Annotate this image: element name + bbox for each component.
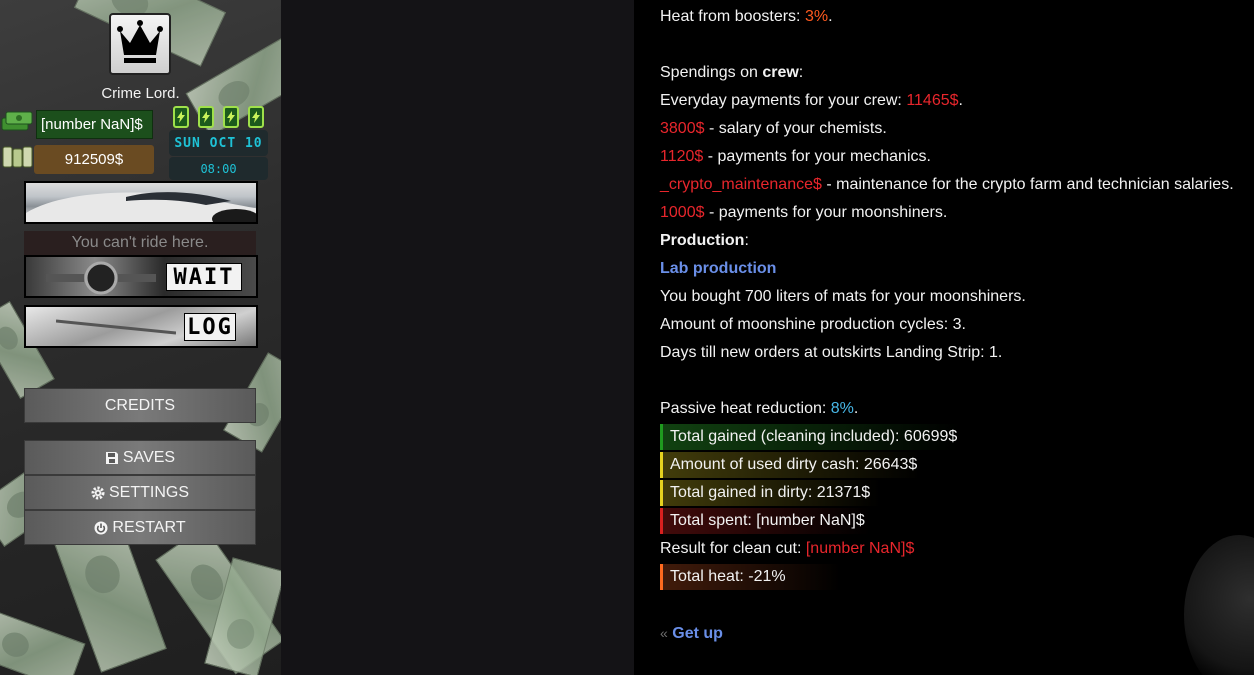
- rank-name: Crime Lord.: [101, 85, 180, 102]
- saves-button[interactable]: SAVES: [24, 440, 256, 475]
- power-icon: [94, 521, 108, 535]
- settings-label: SETTINGS: [108, 483, 189, 501]
- passive-heat-label: Passive heat reduction:: [660, 400, 831, 417]
- wait-button[interactable]: WAIT: [24, 255, 258, 298]
- gained-dirty-text: Total gained in dirty: 21371$: [670, 484, 871, 501]
- crew-spendings-heading: Spendings on crew:: [660, 63, 803, 83]
- money-stack-icon: [0, 108, 34, 141]
- banknote-decoration: [0, 609, 86, 675]
- production-suffix: :: [744, 232, 749, 249]
- chemists-label: - salary of your chemists.: [704, 120, 887, 137]
- everyday-label: Everyday payments for your crew:: [660, 92, 907, 109]
- passage-content: Heat from boosters: 3%. Spendings on cre…: [634, 0, 1254, 675]
- moonshiners-value: 1000$: [660, 204, 705, 221]
- crew-prefix: Spendings on: [660, 64, 763, 81]
- energy-can-icon: [173, 106, 189, 128]
- dirty-money-display: 912509$: [34, 145, 154, 174]
- total-gained-text: Total gained (cleaning included): 60699$: [670, 428, 958, 445]
- everyday-value: 11465$: [906, 92, 959, 109]
- background-area: [281, 0, 634, 675]
- crew-suffix: :: [798, 64, 804, 81]
- moonshiners-line: 1000$ - payments for your moonshiners.: [660, 203, 947, 223]
- total-heat-bar: Total heat: -21%: [660, 564, 840, 590]
- crew-word: crew: [762, 64, 799, 81]
- watch-icon: [46, 261, 156, 296]
- double-chevron-left-icon: «: [660, 625, 668, 641]
- credits-label: CREDITS: [104, 396, 176, 414]
- energy-can-icon: [198, 106, 214, 128]
- cycles-line: Amount of moonshine production cycles: 3…: [660, 316, 966, 333]
- energy-can-icon: [248, 106, 264, 128]
- sidebar: Crime Lord. [number NaN]$ 912509$ SUN OC…: [0, 0, 281, 675]
- log-label: LOG: [184, 313, 236, 341]
- gear-icon: [91, 486, 105, 500]
- settings-button[interactable]: SETTINGS: [24, 475, 256, 510]
- dirty-money-icon: [0, 143, 34, 176]
- everyday-payments-line: Everyday payments for your crew: 11465$.: [660, 92, 963, 109]
- restart-button[interactable]: RESTART: [24, 510, 256, 545]
- pen-icon: [55, 317, 177, 342]
- ride-status-message: You can't ride here.: [24, 231, 256, 255]
- chemists-line: 3800$ - salary of your chemists.: [660, 119, 887, 139]
- mechanics-value: 1120$: [660, 148, 704, 165]
- get-up-link[interactable]: Get up: [672, 625, 723, 642]
- credits-button[interactable]: CREDITS: [24, 388, 256, 423]
- clean-cut-line: Result for clean cut: [number NaN]$: [660, 539, 914, 559]
- mats-line: You bought 700 liters of mats for your m…: [660, 288, 1026, 305]
- energy-can-icon: [223, 106, 239, 128]
- moonshiners-label: - payments for your moonshiners.: [704, 204, 948, 221]
- restart-label: RESTART: [112, 518, 186, 536]
- gained-dirty-bar: Total gained in dirty: 21371$: [660, 480, 880, 506]
- orders-line: Days till new orders at outskirts Landin…: [660, 344, 1003, 361]
- game-time: 08:00: [169, 157, 268, 180]
- production-word: Production: [660, 232, 745, 249]
- crypto-value: _crypto_maintenance$: [660, 176, 822, 193]
- log-button[interactable]: LOG: [24, 305, 258, 348]
- crown-icon: [116, 19, 164, 70]
- total-gained-bar: Total gained (cleaning included): 60699$: [660, 424, 960, 450]
- chemists-value: 3800$: [660, 120, 705, 137]
- production-heading: Production:: [660, 231, 749, 251]
- total-heat-text: Total heat: -21%: [670, 568, 786, 585]
- mechanics-label: - payments for your mechanics.: [703, 148, 931, 165]
- crypto-label: - maintenance for the crypto farm and te…: [821, 176, 1234, 193]
- clean-cut-value: [number NaN]$: [805, 540, 915, 557]
- background-rock-decoration: [1184, 535, 1254, 675]
- passive-heat-line: Passive heat reduction: 8%.: [660, 400, 859, 417]
- heat-boosters-label: Heat from boosters:: [660, 8, 805, 25]
- clean-money-display: [number NaN]$: [36, 110, 153, 139]
- total-spent-text: Total spent: [number NaN]$: [670, 512, 865, 529]
- passive-heat-value: 8%: [830, 400, 854, 417]
- wait-label: WAIT: [166, 263, 242, 291]
- crypto-line: _crypto_maintenance$ - maintenance for t…: [660, 175, 1234, 195]
- game-date: SUN OCT 10: [169, 130, 268, 156]
- used-dirty-text: Amount of used dirty cash: 26643$: [670, 456, 918, 473]
- get-up-link-row[interactable]: « Get up: [660, 623, 723, 644]
- floppy-disk-icon: [105, 451, 119, 465]
- mechanics-line: 1120$ - payments for your mechanics.: [660, 147, 931, 167]
- heat-boosters-line: Heat from boosters: 3%.: [660, 8, 833, 25]
- car-image[interactable]: [24, 181, 258, 224]
- clean-cut-label: Result for clean cut:: [660, 540, 806, 557]
- heat-boosters-value: 3%: [804, 8, 829, 25]
- lab-production-link[interactable]: Lab production: [660, 259, 776, 279]
- used-dirty-bar: Amount of used dirty cash: 26643$: [660, 452, 920, 478]
- total-spent-bar: Total spent: [number NaN]$: [660, 508, 870, 534]
- rank-badge[interactable]: [109, 13, 171, 75]
- saves-label: SAVES: [122, 448, 176, 466]
